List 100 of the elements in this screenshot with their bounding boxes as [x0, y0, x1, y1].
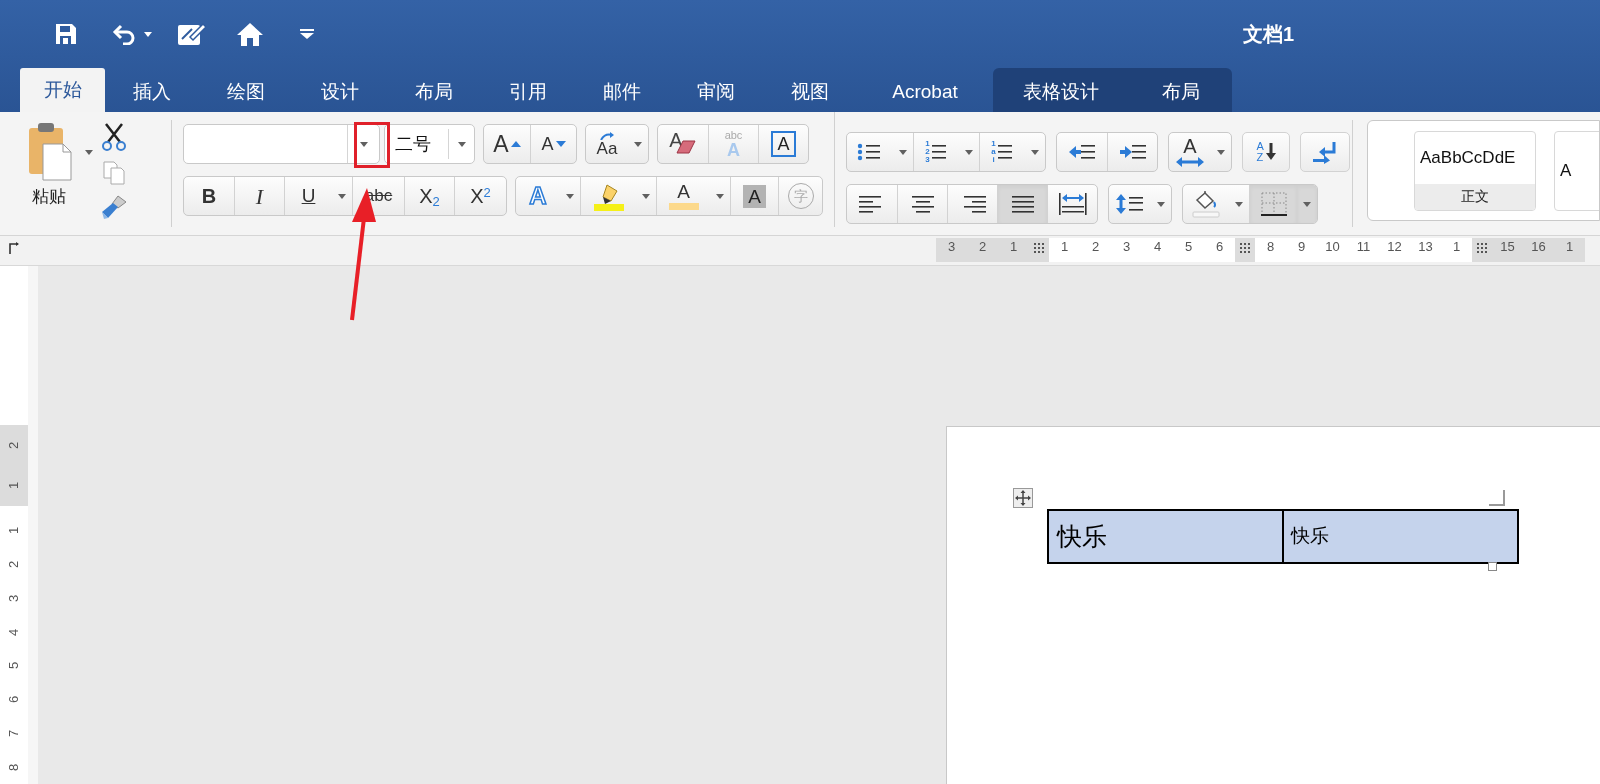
ruler-number: 2 — [7, 561, 21, 569]
return-arrow-icon — [1311, 140, 1339, 164]
ribbon-tab[interactable]: 绘图 — [199, 72, 293, 112]
superscript-button[interactable]: X$^{2}$ — [454, 177, 506, 215]
clear-formatting-button[interactable]: A — [658, 125, 708, 163]
justify-icon — [1009, 194, 1036, 214]
grow-font-button[interactable]: A — [484, 125, 530, 163]
font-color-bar — [668, 203, 699, 210]
font-color-button[interactable]: A — [656, 177, 710, 215]
ruler-number: 8 — [7, 763, 21, 771]
caret-icon — [634, 141, 642, 147]
tab-selector-button[interactable] — [8, 242, 20, 254]
ruler-number: 2 — [1090, 238, 1101, 256]
ribbon-tab[interactable]: 审阅 — [669, 72, 763, 112]
double-arrow-icon — [1175, 156, 1205, 168]
window-title: 文档1 — [1242, 22, 1294, 47]
text-direction-button[interactable]: A — [1169, 133, 1211, 171]
ruler-number: 2 — [7, 441, 21, 449]
ruler-number: 15 — [1499, 238, 1516, 256]
caret-icon — [338, 193, 346, 199]
ruler-number: 3 — [1121, 238, 1132, 256]
ruler-number: 6 — [7, 696, 21, 704]
column-marker-icon — [1477, 243, 1487, 253]
bulleted-list-icon — [857, 142, 883, 162]
borders-icon — [1259, 191, 1288, 217]
up-triangle-icon — [510, 141, 521, 147]
down-arrow-icon — [1265, 143, 1276, 161]
table-cell[interactable]: 快乐 — [1049, 511, 1284, 562]
cut-button[interactable] — [101, 122, 127, 152]
style-card[interactable]: A — [1554, 130, 1599, 211]
ribbon-tab[interactable]: 邮件 — [575, 72, 669, 112]
ruler-number: 9 — [1296, 238, 1307, 256]
ruler-number: 1 — [1059, 238, 1070, 256]
caret-icon — [716, 193, 724, 199]
style-card[interactable]: AaBbCcDdE 正文 — [1414, 130, 1536, 211]
caret-icon — [1157, 201, 1165, 207]
caret-icon — [1031, 149, 1039, 155]
paste-button[interactable]: 粘贴 — [0, 120, 100, 227]
paint-bucket-icon — [1191, 190, 1221, 218]
ribbon-tab[interactable]: 布局 — [1129, 72, 1232, 112]
highlight-rectangle — [354, 122, 390, 168]
ruler-number: 13 — [1417, 238, 1434, 256]
format-painter-button[interactable] — [100, 194, 128, 220]
ruler-number: 6 — [1214, 238, 1225, 256]
table-cell[interactable]: 快乐 — [1284, 511, 1517, 562]
shrink-font-button[interactable]: A — [530, 125, 576, 163]
caret-icon — [85, 149, 93, 155]
character-shading-button[interactable]: A — [730, 177, 778, 215]
italic-button[interactable]: I — [234, 177, 284, 215]
font-size-field[interactable]: 二号 — [384, 124, 475, 164]
borders-button[interactable] — [1249, 185, 1297, 223]
ribbon-tab[interactable]: 布局 — [387, 72, 481, 112]
resize-handle-icon — [1488, 562, 1497, 571]
underline-button[interactable]: U — [284, 177, 332, 215]
increase-indent-icon — [1118, 142, 1147, 162]
caret-icon — [566, 193, 574, 199]
distribute-icon — [1057, 192, 1088, 216]
bold-button[interactable]: B — [184, 177, 234, 215]
justify-button[interactable] — [997, 185, 1047, 223]
column-marker-icon — [1034, 243, 1044, 253]
clipboard-icon — [27, 122, 75, 182]
caret-icon — [642, 193, 650, 199]
ribbon-tab[interactable]: 开始 — [20, 68, 105, 112]
brush-icon — [100, 194, 128, 220]
caret-icon — [899, 149, 907, 155]
ribbon-tab[interactable]: 表格设计 — [993, 72, 1129, 112]
column-marker-icon — [1240, 243, 1250, 253]
ruler-number: 10 — [1324, 238, 1341, 256]
font-name-field[interactable] — [183, 124, 380, 164]
align-center-icon — [909, 194, 936, 214]
copy-icon — [102, 160, 126, 186]
list-lines-icon — [995, 142, 1014, 162]
save-icon — [54, 22, 78, 46]
ribbon-tab[interactable]: 设计 — [293, 72, 387, 112]
ribbon-tab[interactable]: 视图 — [763, 72, 857, 112]
ruler-number: 1 — [1564, 238, 1575, 256]
table-move-handle[interactable] — [1013, 488, 1033, 508]
change-case-button[interactable]: Aa — [586, 125, 628, 163]
ruler-number: 7 — [7, 729, 21, 737]
numbering-button[interactable]: 123 — [913, 133, 959, 171]
subscript-button[interactable]: X$_{2}$ — [404, 177, 454, 215]
caret-icon — [300, 28, 314, 40]
ruler-number: 1 — [7, 527, 21, 535]
sort-button[interactable]: AZ — [1242, 132, 1290, 172]
home-icon — [236, 21, 264, 47]
character-border-button[interactable]: A — [758, 125, 808, 163]
ruler-number: 4 — [7, 628, 21, 636]
ruler-number: 8 — [1265, 238, 1276, 256]
ribbon-tab[interactable]: 引用 — [481, 72, 575, 112]
ruler-number: 3 — [7, 594, 21, 602]
ribbon-tab[interactable]: 插入 — [105, 72, 199, 112]
caret-icon — [1217, 149, 1225, 155]
show-marks-button[interactable] — [1300, 132, 1350, 172]
list-lines-icon — [929, 142, 948, 162]
dropdown-button[interactable] — [1297, 185, 1317, 223]
highlighter-icon — [592, 181, 625, 211]
down-triangle-icon — [555, 141, 566, 147]
ribbon-tab[interactable]: Acrobat — [857, 72, 993, 112]
multilevel-list-button[interactable]: 1ai — [979, 133, 1025, 171]
curved-arrow-icon — [599, 131, 615, 140]
